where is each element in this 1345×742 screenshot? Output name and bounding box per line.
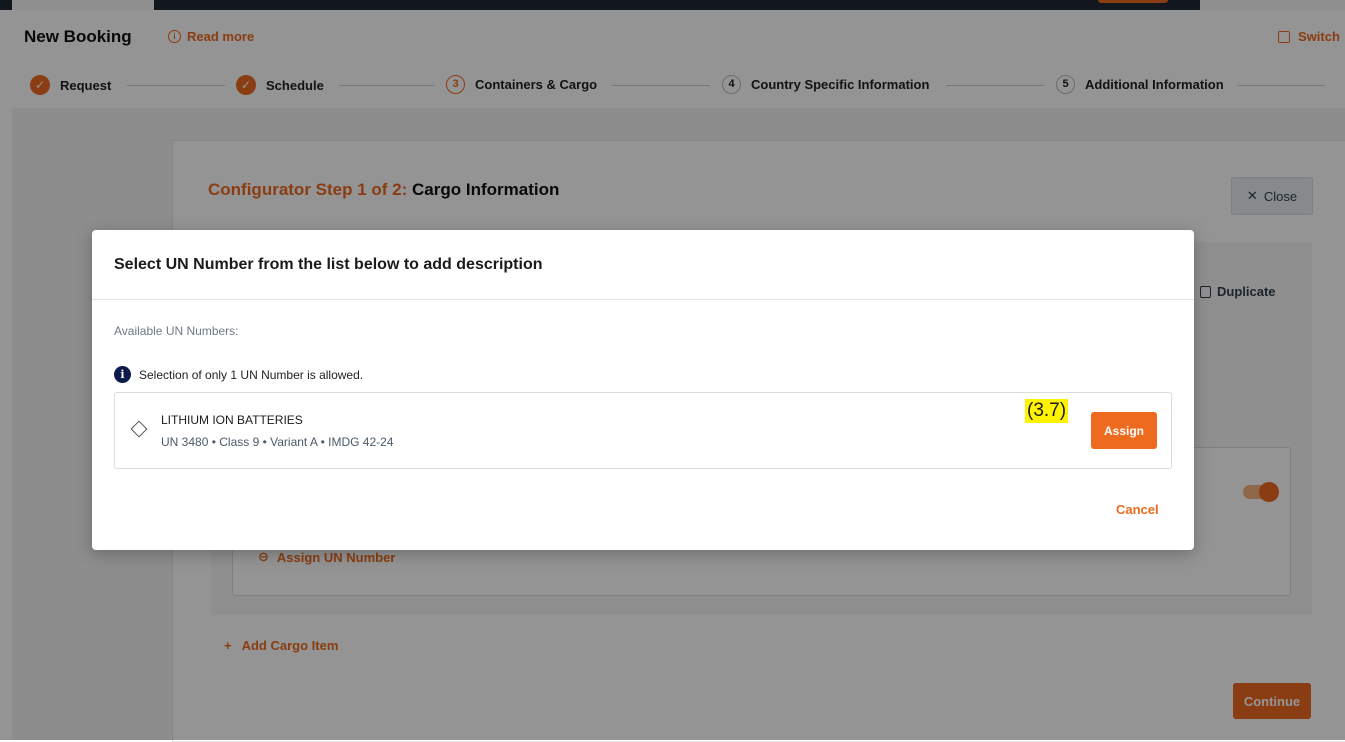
available-un-label: Available UN Numbers: [114,324,239,338]
modal-title: Select UN Number from the list below to … [114,256,543,273]
un-number-modal: Select UN Number from the list below to … [92,230,1194,550]
selection-notice: i Selection of only 1 UN Number is allow… [114,366,363,383]
un-item-name: LITHIUM ION BATTERIES [161,413,303,427]
diamond-icon [130,420,148,438]
cancel-button[interactable]: Cancel [1116,502,1159,517]
modal-header: Select UN Number from the list below to … [92,230,1194,300]
un-item-value: (3.7) [1025,399,1069,423]
un-item-details: UN 3480 • Class 9 • Variant A • IMDG 42-… [161,435,394,449]
un-number-row[interactable]: LITHIUM ION BATTERIES UN 3480 • Class 9 … [114,392,1172,469]
assign-button[interactable]: Assign [1091,412,1157,449]
info-icon: i [114,366,131,383]
